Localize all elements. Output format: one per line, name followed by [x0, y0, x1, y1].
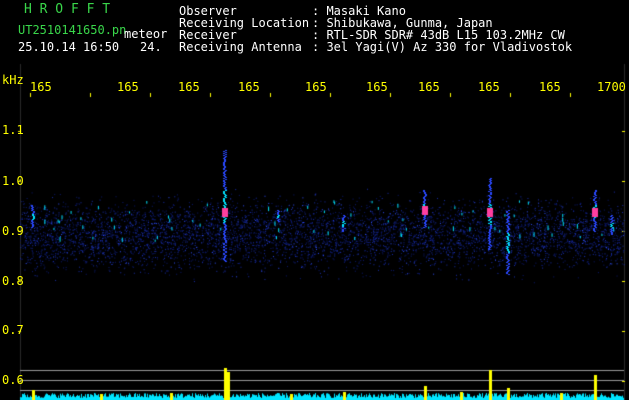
- y-tick-label: 1.0: [2, 174, 24, 188]
- datetime: 25.10.14 16:50: [18, 40, 120, 54]
- y-tick-label: 0.8: [2, 274, 24, 288]
- y-tick-label: 0.6: [2, 373, 24, 387]
- x-tick-label: 1700: [597, 80, 626, 94]
- x-tick-label: 165: [178, 80, 200, 94]
- filename: UT2510141650.pn: [18, 23, 127, 37]
- x-tick-label: 165: [30, 80, 52, 94]
- x-tick-label: 165: [418, 80, 440, 94]
- antenna-value: : 3el Yagi(V) Az 330 for Vladivostok: [312, 40, 573, 54]
- count-label: 24.: [140, 40, 162, 54]
- x-tick-label: 165: [117, 80, 139, 94]
- y-tick-label: 0.9: [2, 224, 24, 238]
- antenna-label: Receiving Antenna: [179, 40, 302, 54]
- station-title: H R O F F T: [24, 2, 111, 17]
- x-tick-label: 165: [305, 80, 327, 94]
- spectrogram: [0, 0, 629, 400]
- y-tick-label: 0.7: [2, 323, 24, 337]
- hrofft-window: H R O F F T UT2510141650.pn meteor 25.10…: [0, 0, 629, 400]
- y-axis-unit: kHz: [2, 73, 24, 87]
- mode-label: meteor: [124, 27, 168, 41]
- x-tick-label: 165: [539, 80, 561, 94]
- x-tick-label: 165: [238, 80, 260, 94]
- x-tick-label: 165: [366, 80, 388, 94]
- x-tick-label: 165: [478, 80, 500, 94]
- y-tick-label: 1.1: [2, 123, 24, 137]
